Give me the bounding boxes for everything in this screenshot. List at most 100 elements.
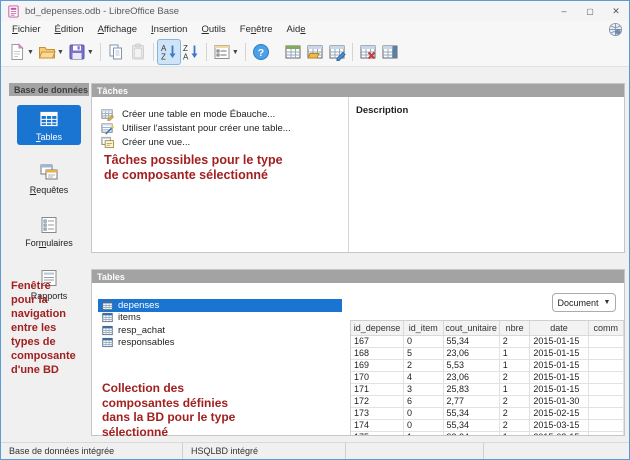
- task-create-table-wizard[interactable]: Utiliser l'assistant pour créer une tabl…: [101, 121, 348, 135]
- menu-item-insertion[interactable]: Insertion: [144, 23, 194, 36]
- menu-item-fichier[interactable]: Fichier: [5, 23, 48, 36]
- table-cell: 4: [403, 371, 443, 383]
- table-row[interactable]: 174055,3422015-03-15: [351, 419, 624, 431]
- table-row[interactable]: 168523,0612015-01-15: [351, 347, 624, 359]
- table-row[interactable]: 175192,3412015-03-15: [351, 431, 624, 435]
- new-document-icon: [8, 43, 26, 61]
- table-cell: 170: [351, 371, 403, 383]
- forms-icon: [39, 215, 59, 235]
- toolbar-separator: [352, 43, 353, 61]
- sort-ascending-button[interactable]: AZ: [158, 40, 180, 64]
- chevron-down-icon: ▼: [57, 49, 64, 56]
- sidebar-item-queries[interactable]: Requêtes: [17, 158, 81, 198]
- table-cell: 3: [403, 383, 443, 395]
- table-cell: 169: [351, 359, 403, 371]
- task-create-table-design[interactable]: Créer une table en mode Ébauche...: [101, 107, 348, 121]
- form-navigator-icon: [213, 43, 231, 61]
- copy-button[interactable]: [105, 40, 127, 64]
- table-cell: [588, 335, 623, 347]
- table-cell: 2015-01-15: [530, 383, 588, 395]
- preview-table: id_depenseid_itemcout_unitairenbredateco…: [351, 321, 624, 435]
- table-cell: [588, 395, 623, 407]
- table-cell: [588, 347, 623, 359]
- new-table-button[interactable]: [282, 40, 304, 64]
- menu-item-aide[interactable]: Aide: [280, 23, 313, 36]
- column-header-date[interactable]: date: [530, 321, 588, 335]
- table-item-label: items: [118, 312, 141, 323]
- table-cell: 2: [403, 359, 443, 371]
- task-create-view[interactable]: Créer une vue...: [101, 135, 348, 149]
- sidebar-item-tables[interactable]: Tables: [17, 105, 81, 145]
- globe-icon[interactable]: [608, 22, 623, 37]
- rename-table-button[interactable]: [379, 40, 401, 64]
- table-cell: 172: [351, 395, 403, 407]
- status-engine: HSQLBD intégré: [183, 443, 346, 459]
- table-row[interactable]: 170423,0622015-01-15: [351, 371, 624, 383]
- table-cell: [588, 371, 623, 383]
- new-form-button[interactable]: [304, 40, 326, 64]
- menu-item-outils[interactable]: Outils: [194, 23, 232, 36]
- menu-item-fenetre[interactable]: Fenêtre: [233, 23, 280, 36]
- create-view-icon: [101, 136, 118, 149]
- table-item-depenses[interactable]: depenses: [98, 299, 342, 312]
- libreoffice-base-app-icon: [7, 5, 20, 18]
- tasks-panel-header: Tâches: [92, 84, 624, 97]
- table-preview-region: Document ▼ id_depenseid_itemcout_unitair…: [350, 283, 624, 435]
- table-cell: [588, 431, 623, 435]
- table-item-items[interactable]: items: [98, 312, 342, 325]
- table-item-responsables[interactable]: responsables: [98, 337, 342, 350]
- table-cell: 55,34: [443, 419, 499, 431]
- table-row[interactable]: 16925,5312015-01-15: [351, 359, 624, 371]
- sort-descending-button[interactable]: ZA: [180, 40, 202, 64]
- table-cell: 171: [351, 383, 403, 395]
- status-empty-2: [484, 443, 629, 459]
- table-row[interactable]: 167055,3422015-01-15: [351, 335, 624, 347]
- table-row[interactable]: 173055,3422015-02-15: [351, 407, 624, 419]
- help-button[interactable]: ?: [250, 40, 272, 64]
- table-cell: 2015-03-15: [530, 419, 588, 431]
- chevron-down-icon: ▼: [87, 49, 94, 56]
- table-item-resp_achat[interactable]: resp_achat: [98, 324, 342, 337]
- minimize-icon[interactable]: –: [551, 1, 577, 21]
- edit-table-button[interactable]: [326, 40, 348, 64]
- column-header-nbre[interactable]: nbre: [499, 321, 530, 335]
- toolbar: ▼ ▼ ▼ AZZA ▼?: [1, 38, 629, 67]
- description-header: Description: [350, 97, 624, 116]
- close-icon[interactable]: ✕: [603, 1, 629, 21]
- menu-item-edition[interactable]: Édition: [48, 23, 91, 36]
- tables-icon: [39, 109, 59, 129]
- paste-button[interactable]: [127, 40, 149, 64]
- task-label: Utiliser l'assistant pour créer une tabl…: [122, 123, 291, 134]
- table-item-label: responsables: [118, 337, 175, 348]
- table-icon: [102, 337, 118, 348]
- sidebar-item-label: Tables: [36, 132, 62, 142]
- task-label: Créer une vue...: [122, 137, 190, 148]
- delete-table-button[interactable]: [357, 40, 379, 64]
- sort-ascending-icon: AZ: [160, 43, 178, 61]
- libreoffice-base-window: bd_depenses.odb - LibreOffice Base – ▢ ✕…: [0, 0, 630, 460]
- toolbar-separator: [206, 43, 207, 61]
- column-header-id_depense[interactable]: id_depense: [351, 321, 403, 335]
- menu-item-affichage[interactable]: Affichage: [91, 23, 144, 36]
- tasks-annotation: Tâches possibles pour le type de composa…: [104, 153, 283, 183]
- form-navigator-button[interactable]: ▼: [211, 40, 241, 64]
- tables-annotation: Collection des composantes définies dans…: [102, 381, 235, 439]
- column-header-comm[interactable]: comm: [588, 321, 623, 335]
- rename-table-icon: [381, 43, 399, 61]
- table-data-preview[interactable]: id_depenseid_itemcout_unitairenbredateco…: [350, 320, 624, 435]
- column-header-id_item[interactable]: id_item: [403, 321, 443, 335]
- sidebar-item-forms[interactable]: Formulaires: [17, 211, 81, 251]
- column-header-cout_unitaire[interactable]: cout_unitaire: [443, 321, 499, 335]
- open-folder-button[interactable]: ▼: [36, 40, 66, 64]
- open-folder-icon: [38, 43, 56, 61]
- table-row[interactable]: 171325,8312015-01-15: [351, 383, 624, 395]
- document-dropdown[interactable]: Document ▼: [552, 293, 616, 312]
- table-cell: 55,34: [443, 407, 499, 419]
- status-bar: Base de données intégrée HSQLBD intégré: [1, 442, 629, 459]
- new-document-button[interactable]: ▼: [6, 40, 36, 64]
- table-cell: 2015-01-15: [530, 335, 588, 347]
- table-cell: 23,06: [443, 371, 499, 383]
- maximize-icon[interactable]: ▢: [577, 1, 603, 21]
- save-button[interactable]: ▼: [66, 40, 96, 64]
- table-row[interactable]: 17262,7722015-01-30: [351, 395, 624, 407]
